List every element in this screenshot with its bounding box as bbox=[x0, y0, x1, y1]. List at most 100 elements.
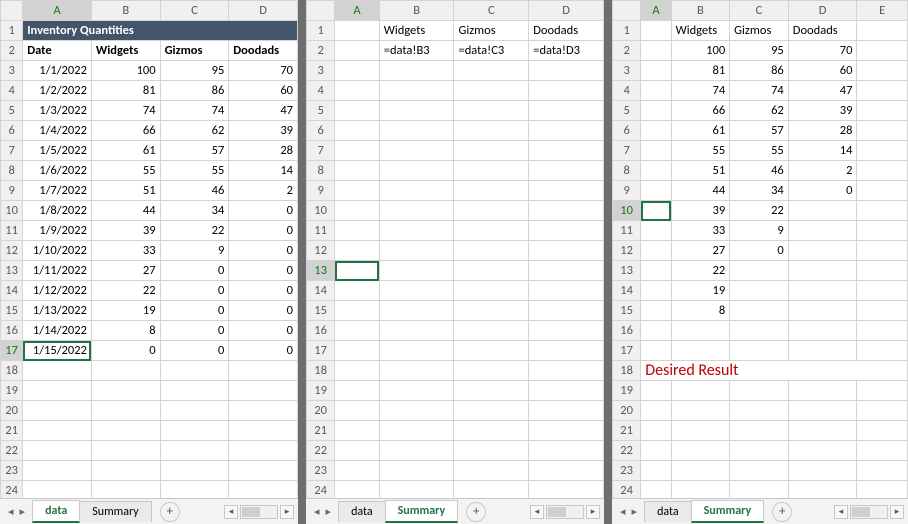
cell[interactable] bbox=[529, 221, 604, 241]
tab-nav-prev-icon[interactable]: ◂ bbox=[8, 505, 14, 518]
cell[interactable] bbox=[379, 321, 454, 341]
cell[interactable] bbox=[379, 201, 454, 221]
cell-date[interactable]: 1/15/2022 bbox=[23, 341, 92, 361]
table-row[interactable]: 16 bbox=[307, 321, 604, 341]
cell[interactable] bbox=[730, 341, 789, 361]
cell-date[interactable]: 1/4/2022 bbox=[23, 121, 92, 141]
cell[interactable] bbox=[857, 21, 908, 41]
header-doodads[interactable]: Doodads bbox=[229, 41, 298, 61]
cell[interactable] bbox=[229, 401, 298, 421]
table-row[interactable]: 24 bbox=[1, 481, 298, 499]
cell[interactable] bbox=[529, 401, 604, 421]
cell[interactable] bbox=[671, 341, 730, 361]
table-row[interactable]: 4 bbox=[307, 81, 604, 101]
cell[interactable] bbox=[730, 441, 789, 461]
cell[interactable] bbox=[379, 181, 454, 201]
cell-date[interactable]: 1/3/2022 bbox=[23, 101, 92, 121]
row-header[interactable]: 12 bbox=[613, 241, 641, 261]
row-header[interactable]: 23 bbox=[613, 461, 641, 481]
table-row[interactable]: 121/10/20223390 bbox=[1, 241, 298, 261]
row-header[interactable]: 7 bbox=[613, 141, 641, 161]
cell[interactable] bbox=[788, 281, 857, 301]
cell[interactable]: 39 bbox=[229, 121, 298, 141]
table-row[interactable]: 18 bbox=[307, 361, 604, 381]
row-header[interactable]: 14 bbox=[1, 281, 23, 301]
table-row[interactable]: 1419 bbox=[613, 281, 908, 301]
cell[interactable] bbox=[379, 81, 454, 101]
cell[interactable] bbox=[641, 181, 671, 201]
row-header[interactable]: 3 bbox=[307, 61, 335, 81]
cell[interactable] bbox=[671, 401, 730, 421]
cell[interactable] bbox=[454, 421, 529, 441]
tab-nav-next-icon[interactable]: ▸ bbox=[326, 505, 332, 518]
col-header-C[interactable]: C bbox=[730, 1, 789, 21]
cell[interactable]: 74 bbox=[160, 101, 229, 121]
row-header[interactable]: 4 bbox=[1, 81, 23, 101]
cell[interactable] bbox=[379, 421, 454, 441]
sheet-title[interactable]: Inventory Quantities bbox=[23, 21, 298, 41]
table-row[interactable]: 111/9/202239220 bbox=[1, 221, 298, 241]
cell[interactable] bbox=[379, 61, 454, 81]
cell[interactable] bbox=[641, 461, 671, 481]
table-row[interactable]: 161/14/2022800 bbox=[1, 321, 298, 341]
table-row[interactable]: 11 bbox=[307, 221, 604, 241]
row-header[interactable]: 10 bbox=[1, 201, 23, 221]
table-row[interactable]: 71/5/2022615728 bbox=[1, 141, 298, 161]
row-header[interactable]: 6 bbox=[613, 121, 641, 141]
cell[interactable] bbox=[454, 401, 529, 421]
cell[interactable]: 28 bbox=[229, 141, 298, 161]
table-row[interactable]: 21 bbox=[1, 421, 298, 441]
cell[interactable] bbox=[671, 461, 730, 481]
row-header[interactable]: 15 bbox=[307, 301, 335, 321]
cell[interactable] bbox=[641, 261, 671, 281]
row-header[interactable]: 6 bbox=[1, 121, 23, 141]
cell[interactable]: 66 bbox=[91, 121, 160, 141]
col-header-B[interactable]: B bbox=[671, 1, 730, 21]
cell-date[interactable]: 1/9/2022 bbox=[23, 221, 92, 241]
cell[interactable]: 81 bbox=[671, 61, 730, 81]
cell[interactable] bbox=[91, 421, 160, 441]
table-row[interactable]: 3 bbox=[307, 61, 604, 81]
cell[interactable]: 8 bbox=[91, 321, 160, 341]
sheet-tab-summary[interactable]: Summary bbox=[385, 500, 459, 523]
cell[interactable] bbox=[454, 301, 529, 321]
cell[interactable] bbox=[160, 481, 229, 499]
cell[interactable] bbox=[671, 481, 730, 499]
cell[interactable] bbox=[335, 301, 379, 321]
sheet-tab-data[interactable]: data bbox=[338, 501, 386, 522]
table-row[interactable]: 7555514 bbox=[613, 141, 908, 161]
col-header-E[interactable]: E bbox=[857, 1, 908, 21]
row-header[interactable]: 22 bbox=[613, 441, 641, 461]
row-header[interactable]: 13 bbox=[1, 261, 23, 281]
table-row[interactable]: 22 bbox=[307, 441, 604, 461]
cell[interactable] bbox=[23, 481, 92, 499]
table-row[interactable]: 103922 bbox=[613, 201, 908, 221]
cell[interactable] bbox=[454, 121, 529, 141]
cell[interactable] bbox=[857, 81, 908, 101]
cell[interactable] bbox=[641, 41, 671, 61]
col-header-A[interactable]: A bbox=[23, 1, 92, 21]
cell[interactable] bbox=[730, 281, 789, 301]
cell-date[interactable]: 1/7/2022 bbox=[23, 181, 92, 201]
cell[interactable] bbox=[529, 481, 604, 499]
table-row[interactable]: 131/11/20222700 bbox=[1, 261, 298, 281]
cell[interactable] bbox=[91, 361, 160, 381]
table-row[interactable]: 21 bbox=[613, 421, 908, 441]
cell[interactable]: 95 bbox=[160, 61, 229, 81]
cell[interactable] bbox=[671, 321, 730, 341]
col-header-C[interactable]: C bbox=[454, 1, 529, 21]
row-header[interactable]: 16 bbox=[307, 321, 335, 341]
cell[interactable] bbox=[23, 401, 92, 421]
cell[interactable] bbox=[454, 241, 529, 261]
table-row[interactable]: 24 bbox=[613, 481, 908, 499]
cell[interactable] bbox=[160, 401, 229, 421]
cell[interactable]: 74 bbox=[671, 81, 730, 101]
table-row[interactable]: 22 bbox=[1, 441, 298, 461]
table-row[interactable]: 18 bbox=[1, 361, 298, 381]
table-row[interactable]: 158 bbox=[613, 301, 908, 321]
cell[interactable] bbox=[379, 381, 454, 401]
row-header[interactable]: 15 bbox=[613, 301, 641, 321]
cell[interactable]: 34 bbox=[160, 201, 229, 221]
spreadsheet-table[interactable]: A B C D E 1 Widgets Gizmos Doodads 21009… bbox=[612, 0, 908, 498]
row-header[interactable]: 9 bbox=[1, 181, 23, 201]
